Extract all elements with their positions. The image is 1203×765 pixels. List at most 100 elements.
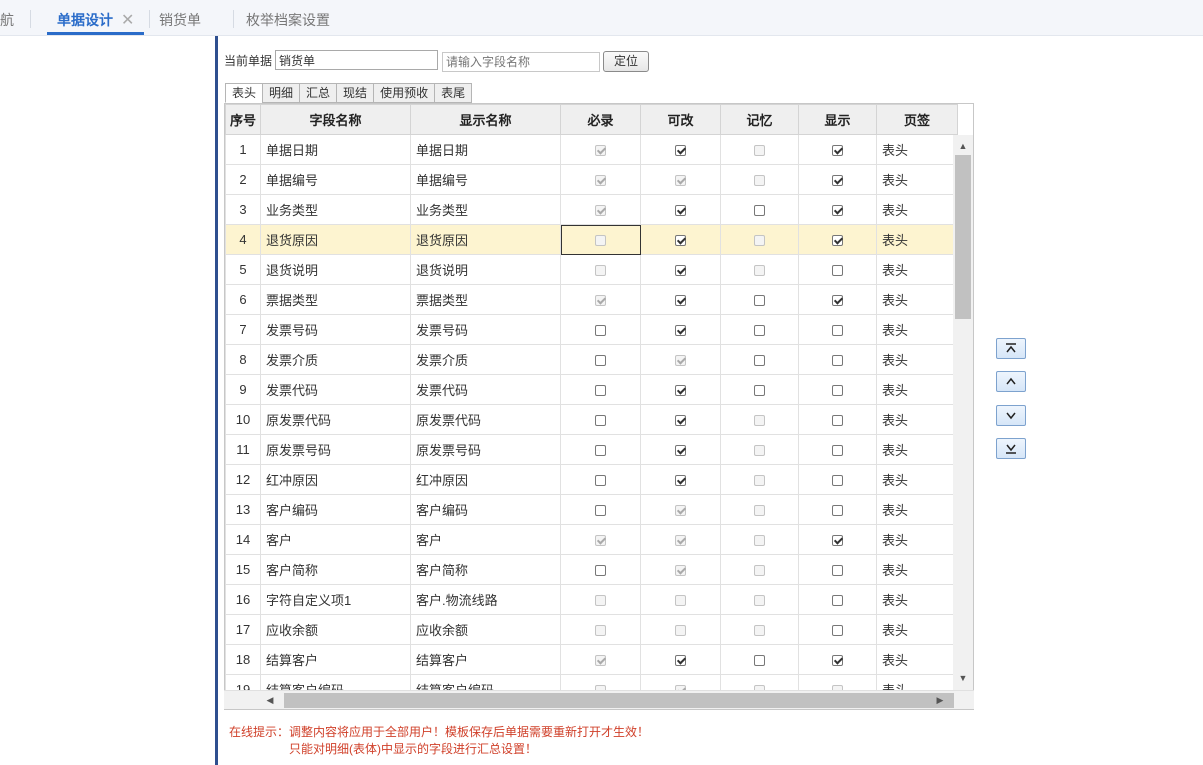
page-tab-cell[interactable]: 表头: [876, 314, 958, 345]
vertical-scroll-thumb[interactable]: [955, 155, 971, 319]
required-cell[interactable]: [560, 584, 641, 615]
field-name-cell[interactable]: 单据编号: [260, 164, 411, 195]
page-tab-cell[interactable]: 表头: [876, 464, 958, 495]
memory-cell[interactable]: [720, 434, 799, 465]
show-cell[interactable]: [798, 344, 877, 375]
required-cell[interactable]: [560, 644, 641, 675]
page-tab-cell[interactable]: 表头: [876, 614, 958, 645]
field-name-cell[interactable]: 发票号码: [260, 314, 411, 345]
col-header-show[interactable]: 显示: [798, 104, 877, 135]
col-header-required[interactable]: 必录: [560, 104, 641, 135]
show-checkbox[interactable]: [832, 355, 843, 367]
show-cell[interactable]: [798, 584, 877, 615]
editable-cell[interactable]: [640, 314, 721, 345]
required-checkbox[interactable]: [595, 415, 606, 427]
editable-cell[interactable]: [640, 284, 721, 315]
memory-checkbox[interactable]: [754, 205, 765, 217]
scroll-down-arrow-icon[interactable]: ▼: [953, 671, 973, 685]
show-checkbox[interactable]: [832, 295, 843, 307]
field-name-cell[interactable]: 客户: [260, 524, 411, 555]
row-number-cell[interactable]: 16: [225, 584, 261, 615]
editable-cell[interactable]: [640, 464, 721, 495]
show-cell[interactable]: [798, 614, 877, 645]
row-number-cell[interactable]: 3: [225, 194, 261, 225]
field-name-cell[interactable]: 红冲原因: [260, 464, 411, 495]
table-row[interactable]: 16 字符自定义项1 客户.物流线路 表头: [225, 584, 958, 615]
table-row[interactable]: 4 退货原因 退货原因 表头: [225, 224, 958, 255]
table-row[interactable]: 10 原发票代码 原发票代码 表头: [225, 404, 958, 435]
editable-cell[interactable]: [640, 194, 721, 225]
show-cell[interactable]: [798, 494, 877, 525]
display-name-cell[interactable]: 结算客户: [410, 644, 561, 675]
table-row[interactable]: 12 红冲原因 红冲原因 表头: [225, 464, 958, 495]
page-tab-cell[interactable]: 表头: [876, 404, 958, 435]
tab-enum-archive[interactable]: 枚举档案设置: [246, 0, 330, 36]
memory-cell[interactable]: [720, 374, 799, 405]
memory-cell[interactable]: [720, 464, 799, 495]
table-row[interactable]: 18 结算客户 结算客户 表头: [225, 644, 958, 675]
table-row[interactable]: 14 客户 客户 表头: [225, 524, 958, 555]
page-tab-cell[interactable]: 表头: [876, 554, 958, 585]
row-number-cell[interactable]: 11: [225, 434, 261, 465]
table-row[interactable]: 13 客户编码 客户编码 表头: [225, 494, 958, 525]
memory-checkbox[interactable]: [754, 355, 765, 367]
editable-cell[interactable]: [640, 344, 721, 375]
page-tab-cell[interactable]: 表头: [876, 254, 958, 285]
row-number-cell[interactable]: 9: [225, 374, 261, 405]
table-row[interactable]: 8 发票介质 发票介质 表头: [225, 344, 958, 375]
editable-cell[interactable]: [640, 554, 721, 585]
show-checkbox[interactable]: [832, 235, 843, 247]
page-tab-cell[interactable]: 表头: [876, 284, 958, 315]
required-cell[interactable]: [560, 344, 641, 375]
show-checkbox[interactable]: [832, 385, 843, 397]
display-name-cell[interactable]: 票据类型: [410, 284, 561, 315]
required-cell[interactable]: [560, 554, 641, 585]
page-tab-cell[interactable]: 表头: [876, 344, 958, 375]
required-cell[interactable]: [560, 374, 641, 405]
memory-cell[interactable]: [720, 194, 799, 225]
page-tab-cell[interactable]: 表头: [876, 584, 958, 615]
memory-cell[interactable]: [720, 614, 799, 645]
display-name-cell[interactable]: 单据编号: [410, 164, 561, 195]
required-cell[interactable]: [560, 434, 641, 465]
editable-cell[interactable]: [640, 254, 721, 285]
col-header-page[interactable]: 页签: [876, 104, 958, 135]
memory-checkbox[interactable]: [754, 655, 765, 667]
tab-bill-design[interactable]: 单据设计 ✕: [47, 0, 145, 35]
row-number-cell[interactable]: 6: [225, 284, 261, 315]
table-row[interactable]: 15 客户简称 客户简称 表头: [225, 554, 958, 585]
row-number-cell[interactable]: 12: [225, 464, 261, 495]
display-name-cell[interactable]: 发票代码: [410, 374, 561, 405]
field-name-cell[interactable]: 结算客户: [260, 644, 411, 675]
editable-checkbox[interactable]: [675, 265, 686, 277]
field-name-cell[interactable]: 发票介质: [260, 344, 411, 375]
memory-cell[interactable]: [720, 314, 799, 345]
tab-use-prepayment[interactable]: 使用预收: [373, 83, 435, 103]
field-name-cell[interactable]: 单据日期: [260, 134, 411, 165]
move-bottom-button[interactable]: [996, 438, 1026, 459]
scroll-left-arrow-icon[interactable]: ◀: [262, 691, 278, 710]
show-checkbox[interactable]: [832, 535, 843, 547]
show-checkbox[interactable]: [832, 595, 843, 607]
show-checkbox[interactable]: [832, 565, 843, 577]
editable-cell[interactable]: [640, 164, 721, 195]
tab-summary[interactable]: 汇总: [299, 83, 337, 103]
table-row[interactable]: 2 单据编号 单据编号 表头: [225, 164, 958, 195]
display-name-cell[interactable]: 业务类型: [410, 194, 561, 225]
show-checkbox[interactable]: [832, 415, 843, 427]
editable-cell[interactable]: [640, 404, 721, 435]
editable-cell[interactable]: [640, 494, 721, 525]
page-tab-cell[interactable]: 表头: [876, 194, 958, 225]
show-checkbox[interactable]: [832, 265, 843, 277]
required-cell[interactable]: [560, 134, 641, 165]
required-checkbox[interactable]: [595, 505, 606, 517]
show-checkbox[interactable]: [832, 145, 843, 157]
memory-checkbox[interactable]: [754, 385, 765, 397]
required-checkbox[interactable]: [595, 445, 606, 457]
field-name-cell[interactable]: 票据类型: [260, 284, 411, 315]
table-row[interactable]: 9 发票代码 发票代码 表头: [225, 374, 958, 405]
show-cell[interactable]: [798, 404, 877, 435]
table-row[interactable]: 1 单据日期 单据日期 表头: [225, 134, 958, 165]
vertical-scrollbar[interactable]: ▲ ▼: [953, 135, 973, 690]
editable-cell[interactable]: [640, 644, 721, 675]
